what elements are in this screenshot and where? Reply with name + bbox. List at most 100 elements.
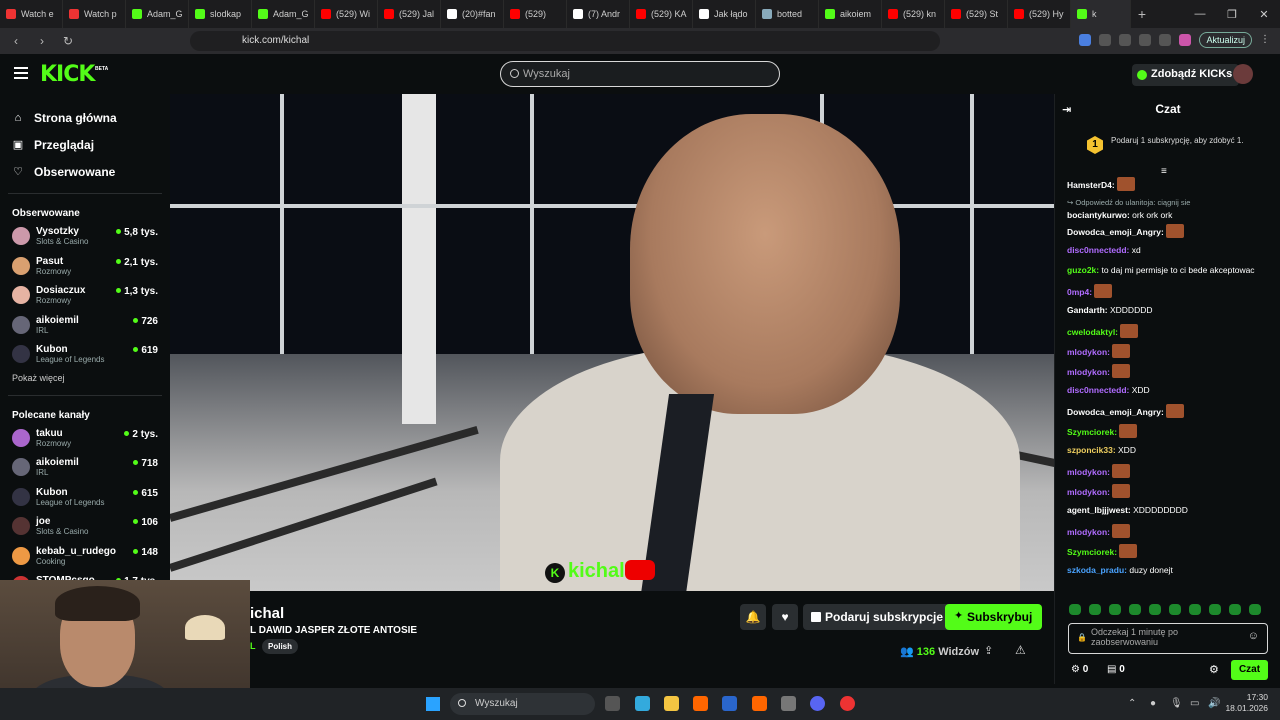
stream-category[interactable]: L (250, 641, 256, 651)
chat-username[interactable]: Gandarth: (1067, 305, 1108, 315)
channel-item[interactable]: STOMPcsgo1,7 tys. (0, 572, 170, 580)
chat-input[interactable]: 🔒 Odczekaj 1 minutę po zaobserwowaniu ☺ (1068, 623, 1268, 654)
language-tag[interactable]: Polish (262, 639, 299, 654)
site-search-input[interactable]: Wyszukaj (500, 61, 780, 87)
channel-item[interactable]: Vysotzky Slots & Casino 5,8 tys. (0, 223, 170, 253)
app-icon[interactable] (840, 696, 855, 711)
chat-username[interactable]: Dowodca_emoji_Angry: (1067, 227, 1164, 237)
channel-item[interactable]: Kubon League of Legends 615 (0, 484, 170, 514)
quick-emote-icon[interactable] (1209, 604, 1221, 615)
network-icon[interactable]: ▭ (1190, 698, 1199, 709)
task-view-icon[interactable] (605, 696, 620, 711)
address-bar[interactable]: kick.com/kichal (190, 31, 940, 51)
sidebar-nav-item[interactable]: ▣ Przeglądaj (12, 131, 170, 158)
follow-heart-button[interactable]: ♥ (772, 604, 798, 630)
browser-tab[interactable]: (20)#fan (441, 0, 504, 28)
chat-username[interactable]: bociantykurwo: (1067, 210, 1130, 220)
volume-icon[interactable]: 🔊 (1208, 698, 1220, 709)
chat-username[interactable]: disc0nnectedd: (1067, 385, 1129, 395)
windows-start-icon[interactable] (426, 697, 440, 711)
share-icon[interactable]: ⇪ (984, 644, 993, 657)
chat-username[interactable]: mlodykon: (1067, 487, 1110, 497)
get-kicks-button[interactable]: Zdobądź KICKs (1132, 64, 1240, 86)
browser-tab[interactable]: (529) Hy (1008, 0, 1071, 28)
copilot-icon[interactable] (635, 696, 650, 711)
channel-item[interactable]: takuu Rozmowy 2 tys. (0, 425, 170, 455)
browser-tab[interactable]: (529) (504, 0, 567, 28)
chat-username[interactable]: mlodykon: (1067, 527, 1110, 537)
chat-username[interactable]: disc0nnectedd: (1067, 245, 1129, 255)
browser-tab[interactable]: k (1071, 0, 1131, 28)
back-icon[interactable]: ‹ (8, 34, 24, 48)
chat-username[interactable]: Szymciorek: (1067, 427, 1117, 437)
quick-emote-icon[interactable] (1189, 604, 1201, 615)
channel-item[interactable]: Dosiaczux Rozmowy 1,3 tys. (0, 282, 170, 312)
reload-icon[interactable]: ↻ (60, 34, 76, 48)
gift-sub-button[interactable]: Podaruj subskrypcje (803, 604, 952, 630)
quick-emote-icon[interactable] (1129, 604, 1141, 615)
browser-tab[interactable]: Watch e (0, 0, 63, 28)
emote-picker-icon[interactable]: ☺ (1248, 631, 1259, 642)
channel-item[interactable]: aikoiemil IRL 718 (0, 454, 170, 484)
browser-tab[interactable]: Watch p (63, 0, 126, 28)
close-icon[interactable]: ✕ (1248, 8, 1280, 21)
brave-icon[interactable] (693, 696, 708, 711)
browser-tab[interactable]: (529) KA (630, 0, 693, 28)
chat-settings-icon[interactable]: ⚙ (1209, 663, 1219, 676)
extension-icon[interactable] (1079, 34, 1092, 46)
browser-tab[interactable]: (529) St (945, 0, 1008, 28)
browser-tab[interactable]: Adam_G (126, 0, 189, 28)
music-icon[interactable] (1119, 34, 1132, 46)
browser-tab[interactable]: (529) Jal (378, 0, 441, 28)
chat-username[interactable]: 0mp4: (1067, 287, 1092, 297)
user-avatar[interactable] (1233, 64, 1253, 84)
send-chat-button[interactable]: Czat (1231, 660, 1268, 680)
chat-username[interactable]: Szymciorek: (1067, 547, 1117, 557)
notification-bell-button[interactable]: 🔔 (740, 604, 766, 630)
clock[interactable]: 17:30 18.01.2026 (1225, 692, 1268, 714)
minimize-icon[interactable]: — (1184, 8, 1216, 21)
video-player[interactable]: Kkichal (170, 94, 1054, 591)
chat-username[interactable]: mlodykon: (1067, 347, 1110, 357)
sidebar-nav-item[interactable]: ♡ Obserwowane (12, 158, 170, 185)
browser-tab[interactable]: botted (756, 0, 819, 28)
browser-tab[interactable]: Adam_G (252, 0, 315, 28)
sidebar-nav-item[interactable]: ⌂ Strona główna (12, 104, 170, 131)
points-a[interactable]: ⚙ 0 (1071, 664, 1088, 675)
profile-icon[interactable] (1179, 34, 1192, 46)
app-icon[interactable] (781, 696, 796, 711)
channel-item[interactable]: aikoiemil IRL 726 (0, 312, 170, 342)
maximize-icon[interactable]: ❐ (1216, 8, 1248, 21)
shield-icon[interactable] (1159, 34, 1172, 46)
quick-emote-icon[interactable] (1169, 604, 1181, 615)
quick-emote-icon[interactable] (1069, 604, 1081, 615)
quick-emote-icon[interactable] (1229, 604, 1241, 615)
explorer-icon[interactable] (664, 696, 679, 711)
channel-item[interactable]: joe Slots & Casino 106 (0, 513, 170, 543)
quick-emote-icon[interactable] (1109, 604, 1121, 615)
chat-username[interactable]: HamsterD4: (1067, 180, 1115, 190)
kick-logo[interactable]: KICK (40, 62, 95, 87)
menu-hamburger-icon[interactable] (14, 67, 28, 79)
taskbar-search[interactable]: Wyszukaj (450, 693, 595, 715)
chat-username[interactable]: mlodykon: (1067, 467, 1110, 477)
browser-tab[interactable]: Jak łądo (693, 0, 756, 28)
pinned-gift-banner[interactable]: 1 Podaruj 1 subskrypcję, aby zdobyć 1. (1055, 128, 1280, 168)
forward-icon[interactable]: › (34, 34, 50, 48)
browser-tab[interactable]: (529) Wi (315, 0, 378, 28)
microphone-icon[interactable]: 🎙 (1170, 698, 1183, 709)
chat-username[interactable]: Dowodca_emoji_Angry: (1067, 407, 1164, 417)
quick-emote-icon[interactable] (1089, 604, 1101, 615)
show-more-link[interactable]: Pokaż więcej (0, 371, 170, 387)
streamer-name[interactable]: ichal (250, 605, 284, 622)
channel-item[interactable]: Pasut Rozmowy 2,1 tys. (0, 253, 170, 283)
points-b[interactable]: ▤ 0 (1107, 664, 1125, 675)
menu-icon[interactable]: ⋮ (1260, 34, 1272, 46)
chat-username[interactable]: guzo2k: (1067, 265, 1099, 275)
puzzle-icon[interactable] (1099, 34, 1112, 46)
collapse-chat-icon[interactable]: ⇥ (1062, 103, 1071, 116)
browser-tab[interactable]: aikoiem (819, 0, 882, 28)
chat-username[interactable]: cwelodaktyl: (1067, 327, 1118, 337)
channel-item[interactable]: Kubon League of Legends 619 (0, 341, 170, 371)
new-tab-button[interactable]: + (1131, 6, 1153, 22)
